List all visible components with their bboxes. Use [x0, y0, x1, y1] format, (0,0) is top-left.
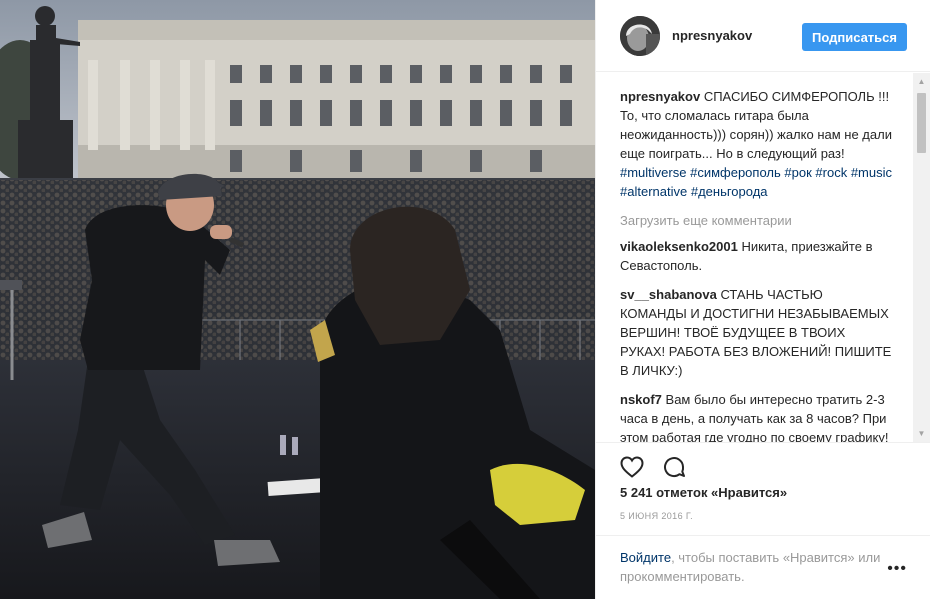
government-building	[78, 20, 595, 200]
hashtag-link[interactable]: #rock	[815, 165, 847, 180]
post-footer: Войдите, чтобы поставить «Нравится» или …	[596, 535, 930, 599]
comments-scrollbar[interactable]: ▲ ▼	[913, 73, 930, 442]
follow-button[interactable]: Подписаться	[801, 23, 907, 51]
hashtag-link[interactable]: #рок	[784, 165, 811, 180]
scrollbar-thumb[interactable]	[917, 93, 926, 153]
comment-username[interactable]: sv__shabanova	[620, 287, 717, 302]
login-prompt: Войдите, чтобы поставить «Нравится» или …	[620, 548, 890, 586]
likes-count[interactable]: 5 241 отметок «Нравится»	[620, 485, 787, 500]
post-photo[interactable]	[0, 0, 595, 599]
concert-photo	[0, 0, 595, 599]
caption: npresnyakov СПАСИБО СИМФЕРОПОЛЬ !!! То, …	[620, 87, 892, 201]
instagram-post: npresnyakov Подписаться npresnyakov СПАС…	[0, 0, 930, 599]
hashtag-link[interactable]: #multiverse	[620, 165, 686, 180]
heart-icon[interactable]	[618, 453, 646, 481]
hashtag-link[interactable]: #music	[851, 165, 892, 180]
scroll-down-arrow-icon[interactable]: ▼	[913, 425, 930, 442]
comment: sv__shabanova СТАНЬ ЧАСТЬЮ КОМАНДЫ И ДОС…	[620, 285, 892, 380]
post-side-panel: npresnyakov Подписаться npresnyakov СПАС…	[595, 0, 930, 599]
post-actions: 5 241 отметок «Нравится» 5 июня 2016 г.	[596, 442, 930, 521]
scroll-up-arrow-icon[interactable]: ▲	[913, 73, 930, 90]
header-username[interactable]: npresnyakov	[672, 28, 752, 43]
comments-list[interactable]: npresnyakov СПАСИБО СИМФЕРОПОЛЬ !!! То, …	[596, 73, 930, 442]
avatar[interactable]	[620, 15, 660, 56]
comment-username[interactable]: nskof7	[620, 392, 662, 407]
hashtag-link[interactable]: #симферополь	[690, 165, 781, 180]
more-options-icon[interactable]: •••	[887, 561, 907, 577]
hashtag-link[interactable]: #alternative	[620, 184, 687, 199]
comment: nskof7 Вам было бы интересно тратить 2-3…	[620, 390, 892, 442]
comment: vikaoleksenko2001 Никита, приезжайте в С…	[620, 237, 892, 275]
hashtag-link[interactable]: #деньгорода	[691, 184, 768, 199]
comment-icon[interactable]	[660, 453, 688, 481]
post-date[interactable]: 5 июня 2016 г.	[620, 511, 693, 521]
login-link[interactable]: Войдите	[620, 550, 671, 565]
comment-username[interactable]: vikaoleksenko2001	[620, 239, 738, 254]
caption-username[interactable]: npresnyakov	[620, 89, 700, 104]
load-more-comments-link[interactable]: Загрузить еще комментарии	[620, 211, 892, 230]
post-header: npresnyakov Подписаться	[596, 0, 930, 72]
